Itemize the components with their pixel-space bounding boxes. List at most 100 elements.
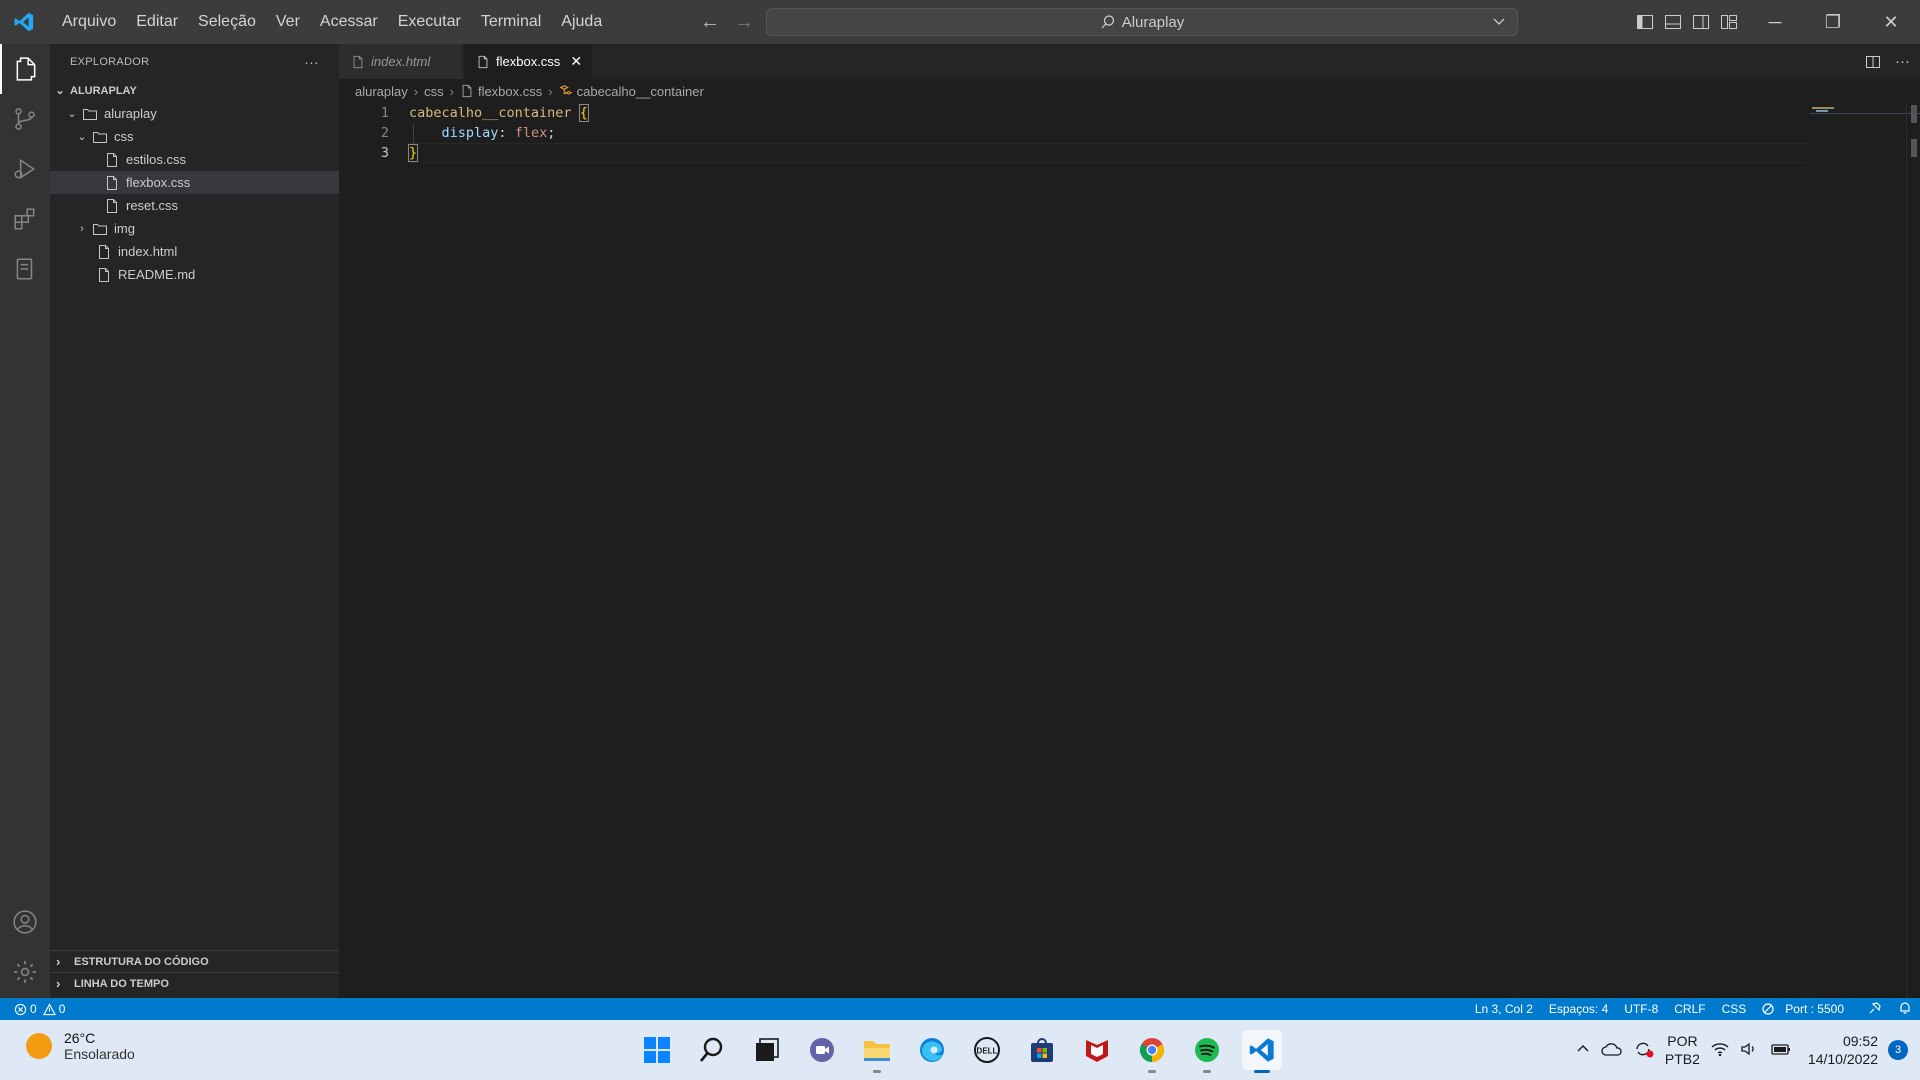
tree-item-label: README.md xyxy=(118,267,196,282)
task-view-icon[interactable] xyxy=(747,1030,787,1070)
vscode-taskbar-icon[interactable] xyxy=(1242,1030,1282,1073)
onedrive-cloud-icon[interactable] xyxy=(1601,1041,1623,1060)
code-line: } xyxy=(407,143,419,163)
more-actions-icon[interactable]: ··· xyxy=(304,54,319,70)
sync-status-icon[interactable] xyxy=(1633,1039,1655,1062)
tree-item-readme-md[interactable]: README.md xyxy=(50,263,339,286)
layout-controls xyxy=(1636,0,1738,44)
source-control-icon[interactable] xyxy=(0,94,50,144)
workspace-root[interactable]: ⌄ ALURAPLAY xyxy=(50,79,339,102)
teams-chat-icon[interactable] xyxy=(802,1030,842,1070)
accounts-icon[interactable] xyxy=(0,897,50,947)
chevron-right-icon: › xyxy=(449,83,454,99)
search-icon[interactable] xyxy=(692,1030,732,1070)
breadcrumb-item[interactable]: flexbox.css xyxy=(478,84,542,99)
keyboard-layout: PTB2 xyxy=(1664,1051,1700,1067)
toggle-panel-icon[interactable] xyxy=(1664,13,1682,31)
editor-actions: ··· xyxy=(1865,44,1910,79)
run-debug-icon[interactable] xyxy=(0,144,50,194)
editor-tabs: index.html flexbox.css ✕ ··· xyxy=(339,44,1920,79)
spotify-icon[interactable] xyxy=(1187,1030,1227,1073)
wifi-icon[interactable] xyxy=(1710,1041,1730,1060)
chevron-right-icon: › xyxy=(56,954,61,969)
css-property: display xyxy=(441,125,499,141)
start-windows-icon[interactable] xyxy=(637,1030,677,1070)
tree-item-css-folder[interactable]: ⌄ css xyxy=(50,125,339,148)
menu-selecao[interactable]: Seleção xyxy=(188,0,266,44)
breadcrumb-item[interactable]: cabecalho__container xyxy=(577,84,704,99)
end-of-line[interactable]: CRLF xyxy=(1666,1002,1713,1016)
minimap[interactable] xyxy=(1810,105,1920,115)
split-editor-icon[interactable] xyxy=(1865,54,1881,70)
tree-item-estilos-css[interactable]: estilos.css xyxy=(50,148,339,171)
mcafee-icon[interactable] xyxy=(1077,1030,1117,1070)
keyboard-language[interactable]: POR PTB2 xyxy=(1665,1032,1700,1068)
file-icon xyxy=(96,244,112,260)
settings-gear-icon[interactable] xyxy=(0,947,50,997)
close-window-icon[interactable]: ✕ xyxy=(1862,0,1920,44)
feedback-icon[interactable] xyxy=(1860,1001,1890,1018)
remote-explorer-icon[interactable] xyxy=(0,244,50,294)
weather-widget[interactable]: 26°C Ensolarado xyxy=(26,1030,135,1062)
menu-editar[interactable]: Editar xyxy=(126,0,188,44)
breadcrumb-item[interactable]: css xyxy=(424,84,444,99)
back-arrow-icon[interactable]: ← xyxy=(700,11,720,34)
tab-label: flexbox.css xyxy=(496,54,561,69)
vertical-scrollbar[interactable] xyxy=(1906,103,1920,998)
tree-item-aluraplay-folder[interactable]: ⌄ aluraplay xyxy=(50,102,339,125)
tab-index-html[interactable]: index.html xyxy=(339,44,463,79)
breadcrumb: aluraplay › css › flexbox.css › cabecalh… xyxy=(339,79,1920,103)
toggle-primary-sidebar-icon[interactable] xyxy=(1636,13,1654,31)
indentation[interactable]: Espaços: 4 xyxy=(1541,1002,1616,1016)
notification-badge[interactable]: 3 xyxy=(1888,1040,1908,1060)
cursor-position[interactable]: Ln 3, Col 2 xyxy=(1467,1002,1541,1016)
notifications-bell-icon[interactable] xyxy=(1890,1001,1920,1018)
volume-icon[interactable] xyxy=(1740,1041,1760,1060)
explorer-title: EXPLORADOR xyxy=(70,55,150,68)
language-code: POR xyxy=(1667,1033,1698,1049)
customize-layout-icon[interactable] xyxy=(1720,13,1738,31)
battery-icon[interactable] xyxy=(1770,1041,1792,1060)
menu-ajuda[interactable]: Ajuda xyxy=(551,0,612,44)
menu-executar[interactable]: Executar xyxy=(388,0,471,44)
close-tab-icon[interactable]: ✕ xyxy=(570,53,582,70)
chevron-down-icon[interactable] xyxy=(1491,13,1507,33)
chevron-up-icon[interactable] xyxy=(1575,1041,1591,1060)
dell-icon[interactable]: DELL xyxy=(967,1030,1007,1070)
outline-section[interactable]: › ESTRUTURA DO CÓDIGO xyxy=(50,950,339,972)
tree-item-flexbox-css[interactable]: flexbox.css xyxy=(50,171,339,194)
menu-acessar[interactable]: Acessar xyxy=(310,0,388,44)
problems-indicator[interactable]: 0 0 xyxy=(0,1002,65,1016)
encoding[interactable]: UTF-8 xyxy=(1616,1002,1666,1016)
tree-item-index-html[interactable]: index.html xyxy=(50,240,339,263)
clock[interactable]: 09:52 14/10/2022 xyxy=(1808,1032,1878,1068)
windows-taskbar: 26°C Ensolarado DELL POR PTB2 09:52 14/1… xyxy=(0,1020,1920,1080)
microsoft-store-icon[interactable] xyxy=(1022,1030,1062,1070)
timeline-section[interactable]: › LINHA DO TEMPO xyxy=(50,972,339,994)
tree-item-img-folder[interactable]: › img xyxy=(50,217,339,240)
chrome-browser-icon[interactable] xyxy=(1132,1030,1172,1073)
tab-flexbox-css[interactable]: flexbox.css ✕ xyxy=(464,44,592,79)
restore-icon[interactable]: ❐ xyxy=(1804,0,1862,44)
warning-count: 0 xyxy=(58,1002,66,1016)
breadcrumb-item[interactable]: aluraplay xyxy=(355,84,408,99)
extensions-icon[interactable] xyxy=(0,194,50,244)
file-explorer-icon[interactable] xyxy=(857,1030,897,1073)
command-center-search[interactable]: Aluraplay xyxy=(766,8,1518,36)
file-icon xyxy=(460,84,474,98)
toggle-secondary-sidebar-icon[interactable] xyxy=(1692,13,1710,31)
minimize-icon[interactable]: ─ xyxy=(1746,0,1804,44)
edge-browser-icon[interactable] xyxy=(912,1030,952,1070)
language-mode[interactable]: CSS xyxy=(1714,1002,1755,1016)
explorer-icon[interactable] xyxy=(0,44,50,94)
live-server-port[interactable]: Port : 5500 xyxy=(1754,1002,1860,1016)
tree-item-reset-css[interactable]: reset.css xyxy=(50,194,339,217)
menu-ver[interactable]: Ver xyxy=(266,0,310,44)
menu-arquivo[interactable]: Arquivo xyxy=(52,0,126,44)
menu-terminal[interactable]: Terminal xyxy=(471,0,551,44)
forward-arrow-icon[interactable]: → xyxy=(734,11,754,34)
code-editor[interactable]: 1 2 3 cabecalho__container { display: fl… xyxy=(339,103,1920,998)
code-line: cabecalho__container { xyxy=(409,103,589,123)
activity-bar xyxy=(0,44,50,998)
more-actions-icon[interactable]: ··· xyxy=(1895,53,1910,70)
